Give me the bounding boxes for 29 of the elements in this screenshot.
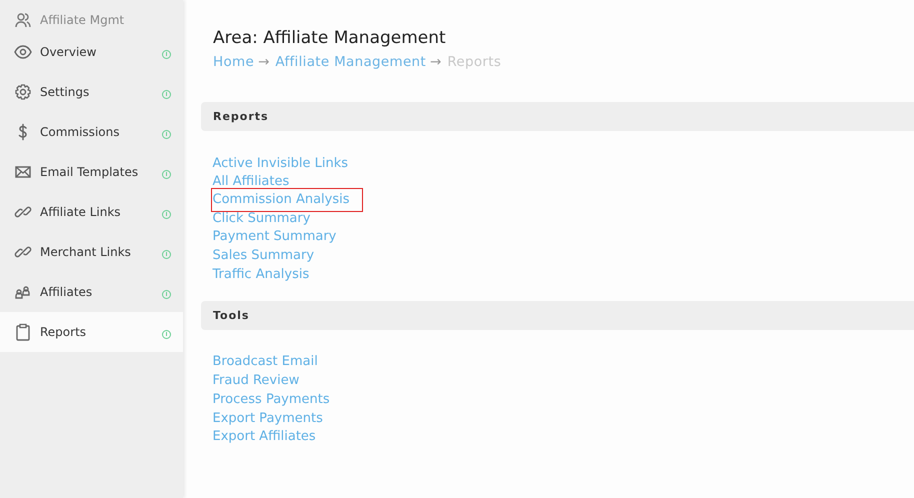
report-link[interactable]: Commission Analysis [210, 188, 363, 212]
sidebar-item[interactable]: Affiliates [0, 272, 183, 312]
breadcrumb-separator: → [430, 54, 442, 70]
info-icon [162, 170, 171, 178]
sidebar-item[interactable]: Email Templates [0, 152, 183, 192]
info-icon [162, 50, 171, 58]
info-icon [162, 290, 171, 298]
section-header: Reports [201, 102, 914, 131]
sidebar-item[interactable]: Merchant Links [0, 232, 183, 272]
clipboard-icon [14, 323, 32, 341]
settings-icon [14, 83, 32, 101]
sidebar-item[interactable]: Commissions [0, 112, 183, 152]
breadcrumb-separator: → [258, 54, 270, 70]
info-icon [162, 330, 171, 338]
users-icon [14, 11, 32, 29]
sidebar-item[interactable]: Settings [0, 72, 183, 112]
info-icon [162, 250, 171, 258]
sidebar-item[interactable]: Affiliate Links [0, 192, 183, 232]
sidebar-item[interactable]: Overview [0, 32, 183, 72]
breadcrumb-link[interactable]: Affiliate Management [275, 54, 426, 70]
eye-icon [14, 43, 32, 61]
info-icon [162, 130, 171, 138]
info-icon [162, 210, 171, 218]
sidebar-item[interactable]: Reports [0, 312, 183, 352]
breadcrumb-link[interactable]: Home [213, 54, 254, 70]
page-title: Area: Affiliate Management [213, 28, 447, 48]
sidebar-header: Affiliate Mgmt [40, 13, 124, 27]
info-icon [162, 90, 171, 98]
section-header: Tools [201, 300, 914, 330]
